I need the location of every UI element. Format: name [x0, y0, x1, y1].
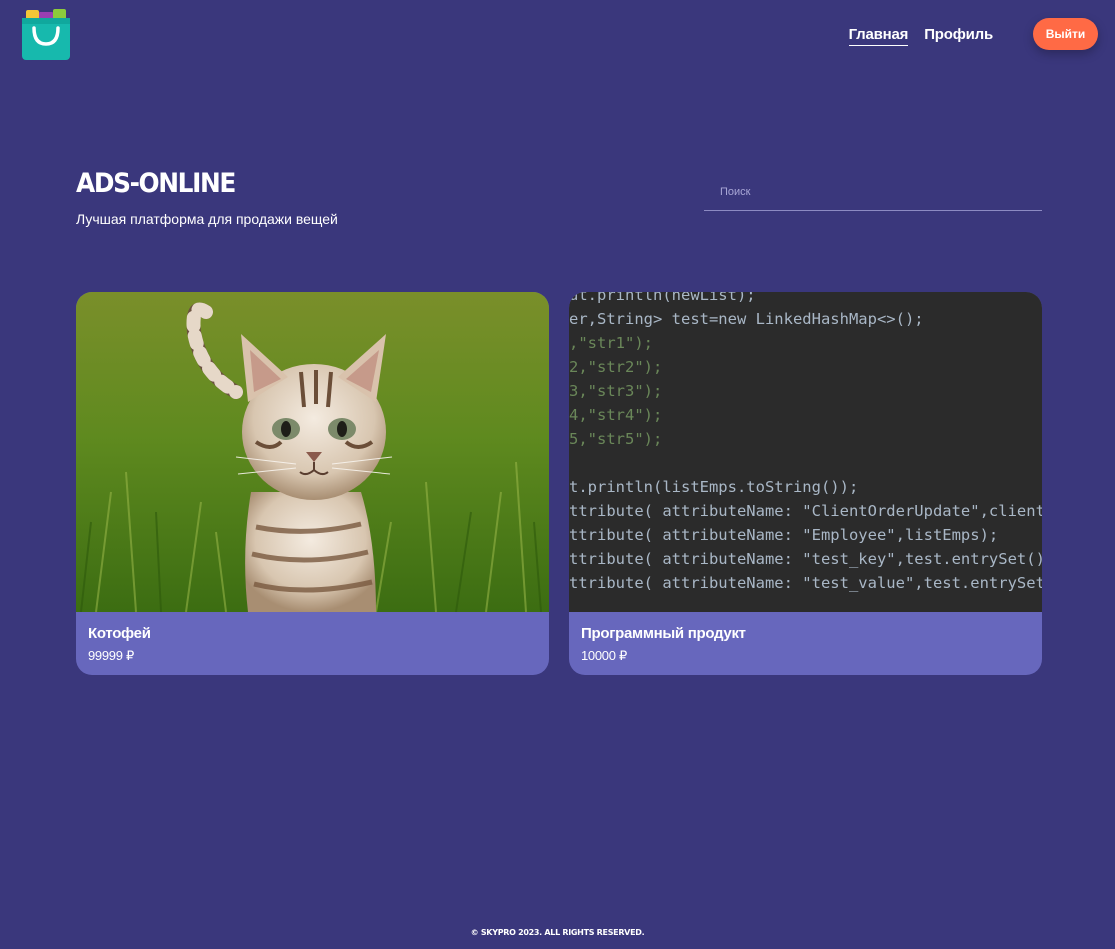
ad-price: 10000 ₽ [581, 648, 627, 663]
code-line: 3,"str3"); [569, 382, 663, 400]
code-screenshot: ut.println(newList); er,String> test=new… [569, 292, 1042, 612]
code-line: er,String> test=new LinkedHashMap<>(); [569, 310, 924, 328]
ad-title: Котофей [88, 625, 151, 642]
code-line: 5,"str5"); [569, 430, 663, 448]
code-line: ttribute( attributeName: "Employee",list… [569, 526, 999, 544]
shopping-bag-logo-icon[interactable] [22, 8, 70, 60]
kitten-photo [76, 292, 549, 612]
ad-price: 99999 ₽ [88, 648, 134, 663]
code-line: ttribute( attributeName: "test_value",te… [569, 574, 1042, 592]
code-line: 4,"str4"); [569, 406, 663, 424]
footer-copyright: © SKYPRO 2023. ALL RIGHTS RESERVED. [470, 928, 645, 937]
code-line: ttribute( attributeName: "ClientOrderUpd… [569, 502, 1042, 520]
main-nav: Главная Профиль [848, 26, 993, 46]
code-line: 2,"str2"); [569, 358, 663, 376]
page: Главная Профиль Выйти ADS-ONLINE Лучшая … [0, 0, 1115, 949]
code-line: ut.println(newList); [569, 292, 756, 304]
code-line: t.println(listEmps.toString()); [569, 478, 859, 496]
site-brand-title: ADS-ONLINE [76, 168, 236, 199]
search-input[interactable] [704, 174, 1042, 211]
site-tagline: Лучшая платформа для продажи вещей [76, 211, 338, 227]
ad-card[interactable]: Котофей 99999 ₽ [76, 292, 549, 675]
ad-title: Программный продукт [581, 625, 746, 642]
logout-button[interactable]: Выйти [1033, 18, 1098, 50]
code-line: ,"str1"); [569, 334, 653, 352]
code-line: ttribute( attributeName: "test_key",test… [569, 550, 1042, 568]
ad-card[interactable]: ut.println(newList); er,String> test=new… [569, 292, 1042, 675]
nav-link-profile[interactable]: Профиль [924, 26, 993, 46]
nav-link-home[interactable]: Главная [848, 26, 908, 46]
